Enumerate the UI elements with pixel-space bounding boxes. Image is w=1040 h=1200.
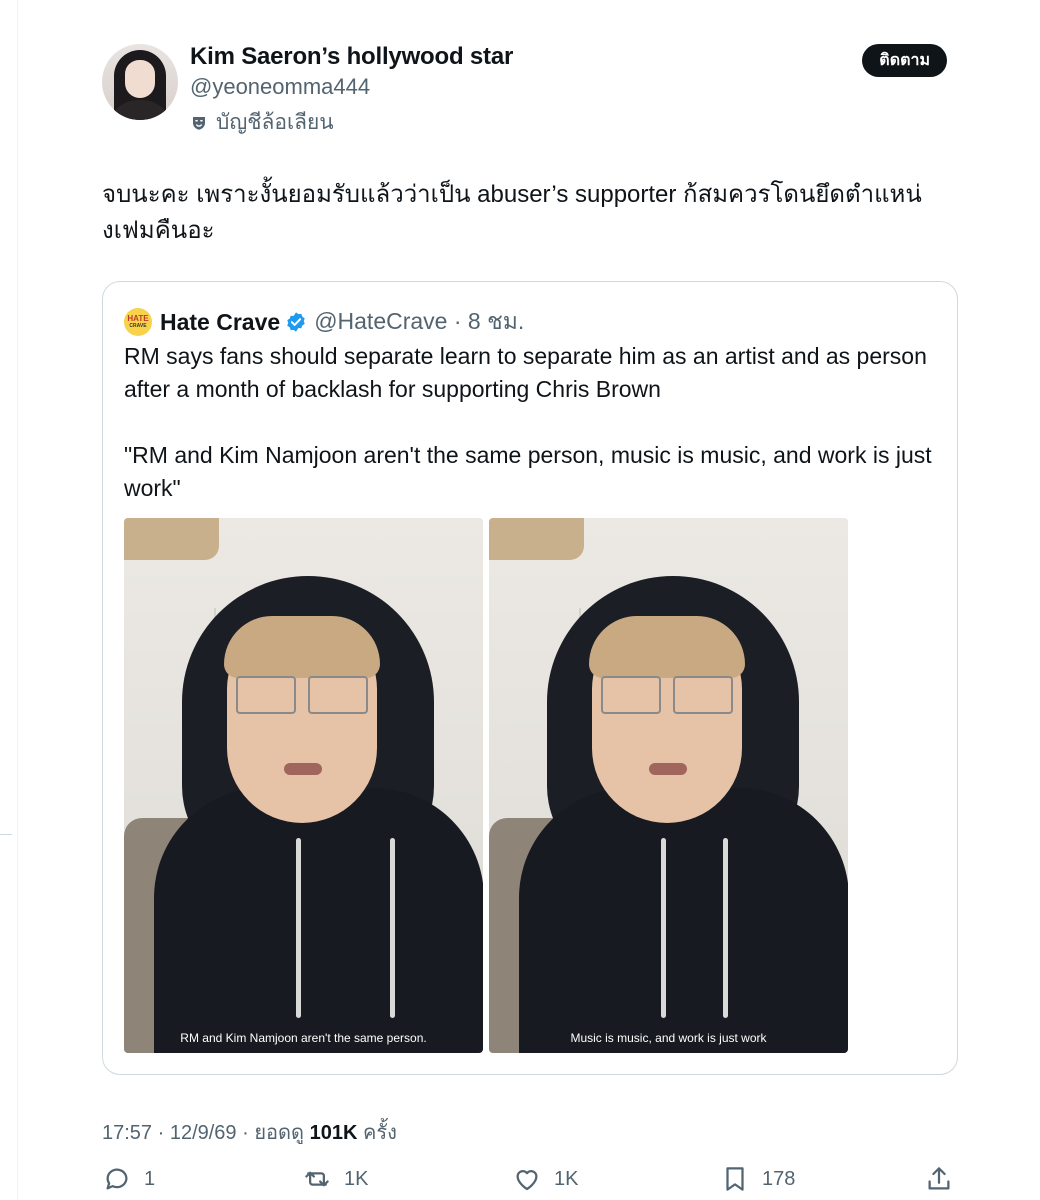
author-display-name[interactable]: Kim Saeron’s hollywood star (190, 43, 513, 71)
reply-icon (106, 1168, 128, 1190)
quoted-tweet-card[interactable]: HATE CRAVE Hate Crave @HateCrave · 8 ชม.… (102, 281, 958, 1075)
reply-button[interactable]: 1 (102, 1164, 155, 1194)
tweet-actions: 1 1K 1K 178 (102, 1164, 954, 1200)
share-icon (928, 1167, 950, 1190)
follow-button[interactable]: ติดตาม (862, 44, 947, 77)
media-caption-1: RM and Kim Namjoon aren't the same perso… (180, 1031, 427, 1045)
share-button[interactable] (924, 1164, 954, 1194)
retweet-count: 1K (344, 1167, 369, 1190)
media-caption-2: Music is music, and work is just work (570, 1031, 767, 1045)
tweet-meta: 17:57 · 12/9/69 · ยอดดู 101K ครั้ง (102, 1116, 397, 1148)
quoted-author-name[interactable]: Hate Crave (160, 309, 280, 336)
verified-badge-icon (287, 312, 305, 332)
author-avatar[interactable] (102, 44, 178, 120)
parody-label: บัญชีล้อเลียน (190, 106, 334, 139)
like-count: 1K (554, 1167, 579, 1190)
parody-label-text: บัญชีล้อเลียน (216, 111, 334, 134)
view-count-suffix: ครั้ง (362, 1122, 397, 1144)
author-handle[interactable]: @yeoneomma444 (190, 74, 370, 100)
timeline-divider (17, 0, 18, 1200)
bookmark-button[interactable]: 178 (720, 1164, 795, 1194)
retweet-button[interactable]: 1K (302, 1164, 368, 1194)
quoted-media-1[interactable]: RM and Kim Namjoon aren't the same perso… (124, 518, 483, 1053)
view-count: 101K (309, 1122, 358, 1144)
quoted-tweet-text: RM says fans should separate learn to se… (124, 343, 932, 501)
tweet-header: Kim Saeron’s hollywood star @yeoneomma44… (102, 43, 947, 134)
quoted-media-2[interactable]: Music is music, and work is just work (489, 518, 848, 1053)
reply-count: 1 (144, 1167, 156, 1190)
bookmark-count: 178 (762, 1167, 796, 1190)
heart-icon (516, 1170, 538, 1191)
timeline-tick (0, 834, 12, 835)
quoted-author-avatar[interactable]: HATE CRAVE (124, 308, 152, 336)
tweet-timestamp[interactable]: 17:57 · 12/9/69 · ยอดดู (102, 1122, 304, 1144)
retweet-icon (305, 1171, 329, 1187)
quoted-tweet-header: HATE CRAVE Hate Crave @HateCrave · 8 ชม. (124, 304, 524, 340)
quoted-author-handle-time: @HateCrave · 8 ชม. (314, 308, 525, 334)
bookmark-icon (726, 1167, 744, 1191)
like-button[interactable]: 1K (512, 1164, 578, 1194)
parody-mask-icon (193, 116, 205, 130)
tweet-text: จบนะคะ เพราะงั้นยอมรับแล้วว่าเป็น abuser… (102, 181, 922, 244)
